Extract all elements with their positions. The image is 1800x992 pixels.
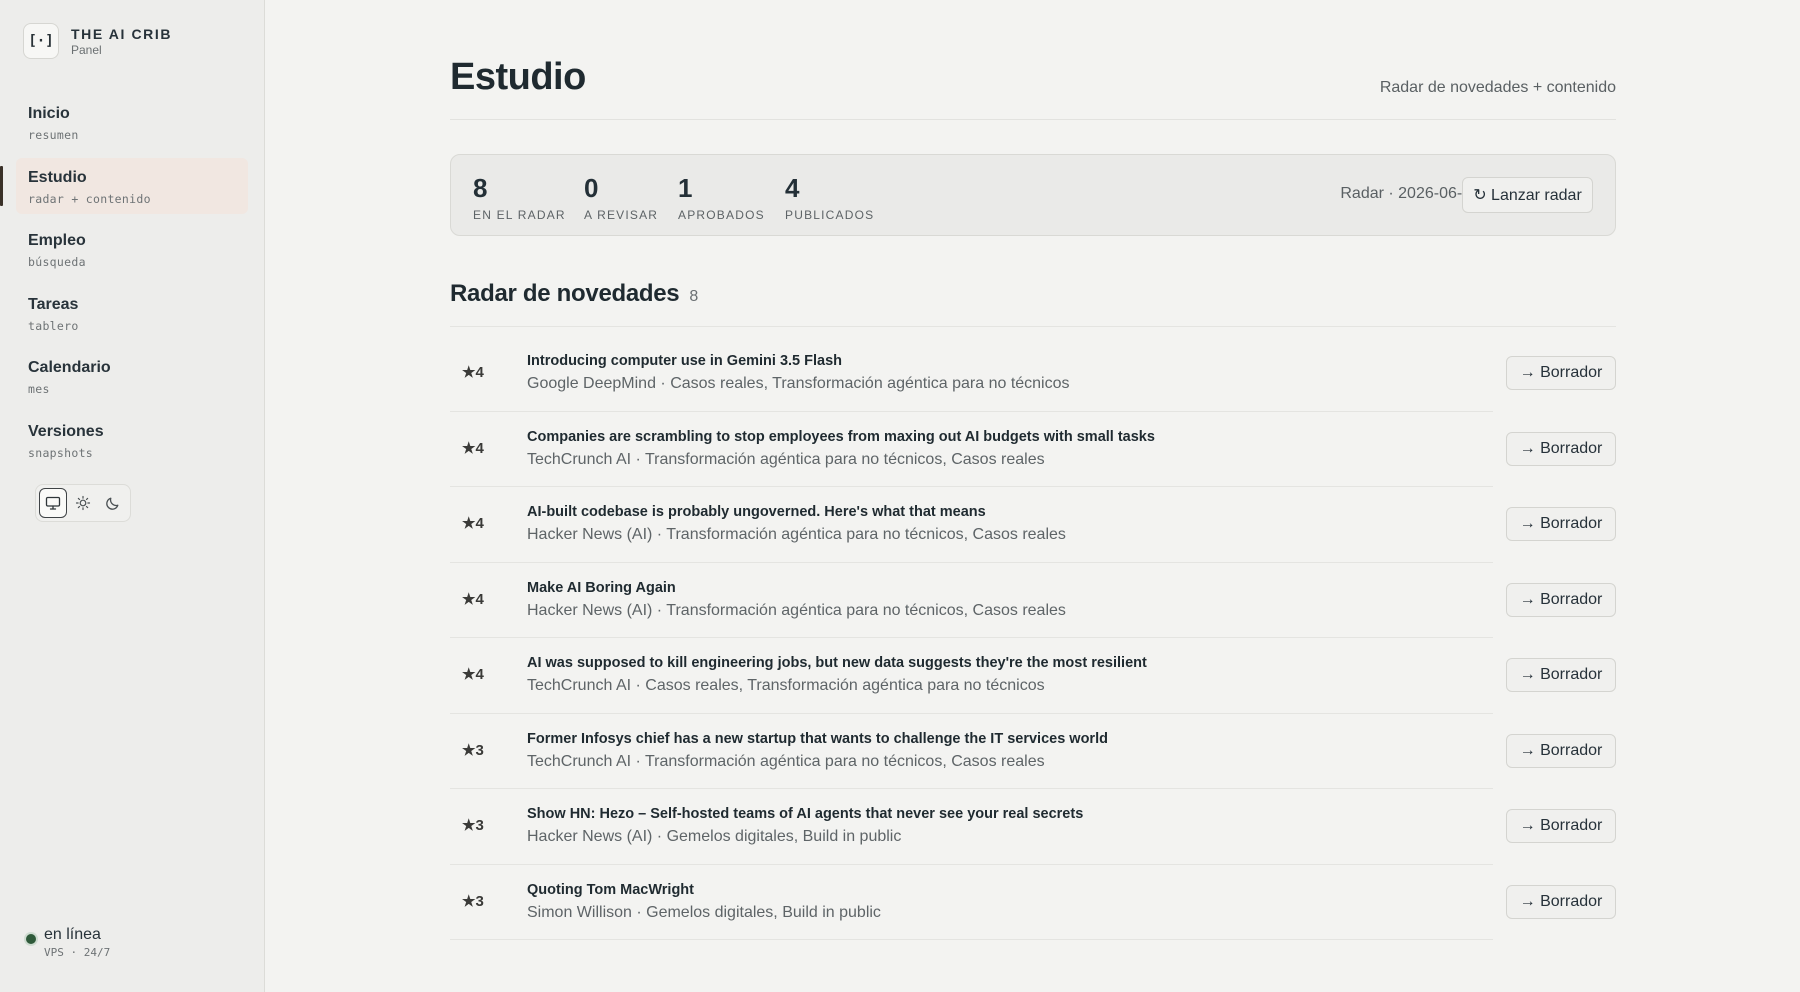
- page-title: Estudio: [450, 56, 586, 98]
- item-meta: Hacker News (AI) · Gemelos digitales, Bu…: [527, 828, 902, 845]
- monitor-icon[interactable]: [39, 488, 68, 518]
- sidebar-item-label: Inicio: [28, 105, 70, 122]
- sidebar-item-label: Empleo: [28, 232, 86, 249]
- list-item: ★3 Show HN: Hezo – Self-hosted teams of …: [450, 789, 1616, 865]
- launch-radar-button[interactable]: ↻ Lanzar radar: [1462, 177, 1593, 213]
- score-badge: ★4: [462, 439, 484, 457]
- divider: [450, 326, 1616, 327]
- item-title[interactable]: Introducing computer use in Gemini 3.5 F…: [527, 353, 842, 369]
- status-label: en línea: [44, 926, 101, 943]
- sidebar-item-label: Estudio: [28, 168, 87, 186]
- item-title[interactable]: Show HN: Hezo – Self-hosted teams of AI …: [527, 806, 1083, 822]
- list-item: ★4 AI was supposed to kill engineering j…: [450, 638, 1616, 714]
- sidebar-item-inicio[interactable]: Inicio resumen: [16, 94, 248, 150]
- draft-button[interactable]: → Borrador: [1506, 582, 1616, 617]
- draft-button[interactable]: → Borrador: [1506, 884, 1616, 919]
- draft-button[interactable]: → Borrador: [1506, 356, 1616, 390]
- item-title[interactable]: Make AI Boring Again: [527, 580, 676, 596]
- stat-label: PUBLICADOS: [785, 208, 875, 222]
- theme-switch: [35, 484, 131, 522]
- item-title[interactable]: Quoting Tom MacWright: [527, 882, 694, 898]
- server-status: en línea VPS · 24/7: [26, 926, 110, 959]
- item-meta: Hacker News (AI) · Transformación agénti…: [527, 526, 1066, 543]
- sidebar-item-sub: búsqueda: [28, 255, 86, 269]
- sidebar-item-sub: tablero: [28, 318, 79, 333]
- list-item: ★4 AI-built codebase is probably ungover…: [450, 487, 1616, 563]
- sidebar-item-label: Calendario: [28, 359, 111, 376]
- item-title[interactable]: Companies are scrambling to stop employe…: [527, 429, 1155, 445]
- radar-section-header: Radar de novedades 8: [450, 280, 698, 308]
- item-meta: Simon Willison · Gemelos digitales, Buil…: [527, 903, 881, 921]
- list-item: ★4 Introducing computer use in Gemini 3.…: [450, 336, 1616, 412]
- page-tagline: Radar de novedades + contenido: [1379, 79, 1616, 96]
- sidebar-item-sub: mes: [28, 382, 50, 396]
- stat-a-revisar: 0 A REVISAR: [584, 173, 658, 222]
- stat-value: 8: [473, 173, 488, 203]
- stat-label: EN EL RADAR: [473, 208, 566, 222]
- sidebar-item-label: Tareas: [28, 295, 79, 313]
- sidebar-item-tareas[interactable]: Tareas tablero: [16, 285, 248, 341]
- stat-value: 0: [584, 173, 599, 203]
- moon-icon[interactable]: [99, 488, 127, 518]
- stat-value: 4: [785, 173, 800, 203]
- status-dot-icon: [26, 934, 36, 944]
- sidebar-item-empleo[interactable]: Empleo búsqueda: [16, 221, 248, 277]
- stat-en-el-radar: 8 EN EL RADAR: [473, 173, 566, 222]
- section-title: Radar de novedades: [450, 280, 680, 307]
- stat-value: 1: [678, 173, 693, 203]
- sidebar: [·] THE AI CRIB Panel Inicio resumen Est…: [0, 0, 265, 992]
- section-count: 8: [689, 288, 699, 305]
- main-content: Estudio Radar de novedades + contenido 8…: [450, 0, 1616, 940]
- list-item: ★4 Companies are scrambling to stop empl…: [450, 412, 1616, 488]
- sidebar-item-estudio[interactable]: Estudio radar + contenido: [0, 157, 248, 214]
- item-meta: Hacker News (AI) · Transformación agénti…: [527, 601, 1066, 619]
- brand-logo-icon: [·]: [23, 23, 59, 59]
- score-badge: ★4: [462, 666, 484, 683]
- sidebar-nav: Inicio resumen Estudio radar + contenido…: [0, 94, 248, 475]
- list-item: ★3 Former Infosys chief has a new startu…: [450, 714, 1616, 790]
- item-meta: TechCrunch AI · Casos reales, Transforma…: [527, 677, 1045, 694]
- sidebar-item-calendario[interactable]: Calendario mes: [16, 348, 248, 404]
- item-meta: TechCrunch AI · Transformación agéntica …: [527, 450, 1045, 468]
- score-badge: ★3: [462, 892, 484, 910]
- sidebar-item-label: Versiones: [28, 422, 104, 440]
- sidebar-item-sub: snapshots: [28, 445, 94, 460]
- item-title[interactable]: AI was supposed to kill engineering jobs…: [527, 655, 1147, 671]
- draft-button[interactable]: → Borrador: [1506, 507, 1616, 541]
- stat-label: APROBADOS: [678, 208, 765, 222]
- list-item: ★3 Quoting Tom MacWright Simon Willison …: [450, 865, 1616, 941]
- score-badge: ★4: [462, 364, 484, 381]
- item-title[interactable]: AI-built codebase is probably ungoverned…: [527, 504, 986, 520]
- sidebar-item-sub: resumen: [28, 128, 79, 142]
- draft-button[interactable]: → Borrador: [1506, 658, 1616, 692]
- status-sub: VPS · 24/7: [44, 946, 111, 959]
- draft-button[interactable]: → Borrador: [1506, 431, 1616, 466]
- brand-name: THE AI CRIB: [71, 25, 173, 42]
- stat-aprobados: 1 APROBADOS: [678, 173, 765, 222]
- draft-button[interactable]: → Borrador: [1506, 809, 1616, 843]
- brand-sub: Panel: [71, 42, 102, 57]
- score-badge: ★4: [462, 515, 484, 532]
- sun-icon[interactable]: [69, 488, 97, 518]
- sidebar-item-sub: radar + contenido: [28, 191, 151, 206]
- radar-list: ★4 Introducing computer use in Gemini 3.…: [450, 336, 1616, 940]
- score-badge: ★3: [462, 817, 484, 834]
- item-title[interactable]: Former Infosys chief has a new startup t…: [527, 731, 1108, 747]
- brand[interactable]: [·] THE AI CRIB Panel: [23, 23, 172, 59]
- item-meta: Google DeepMind · Casos reales, Transfor…: [527, 375, 1070, 392]
- sidebar-item-versiones[interactable]: Versiones snapshots: [16, 412, 248, 468]
- list-item: ★4 Make AI Boring Again Hacker News (AI)…: [450, 563, 1616, 639]
- stats-bar: 8 EN EL RADAR 0 A REVISAR 1 APROBADOS 4 …: [450, 154, 1616, 236]
- item-meta: TechCrunch AI · Transformación agéntica …: [527, 752, 1045, 770]
- radar-date: Radar · 2026-06-25: [1340, 185, 1480, 202]
- stat-label: A REVISAR: [584, 208, 659, 222]
- draft-button[interactable]: → Borrador: [1506, 733, 1616, 768]
- score-badge: ★3: [462, 741, 484, 759]
- score-badge: ★4: [462, 590, 484, 608]
- page-header: Estudio Radar de novedades + contenido: [450, 0, 1616, 120]
- stat-publicados: 4 PUBLICADOS: [785, 173, 874, 222]
